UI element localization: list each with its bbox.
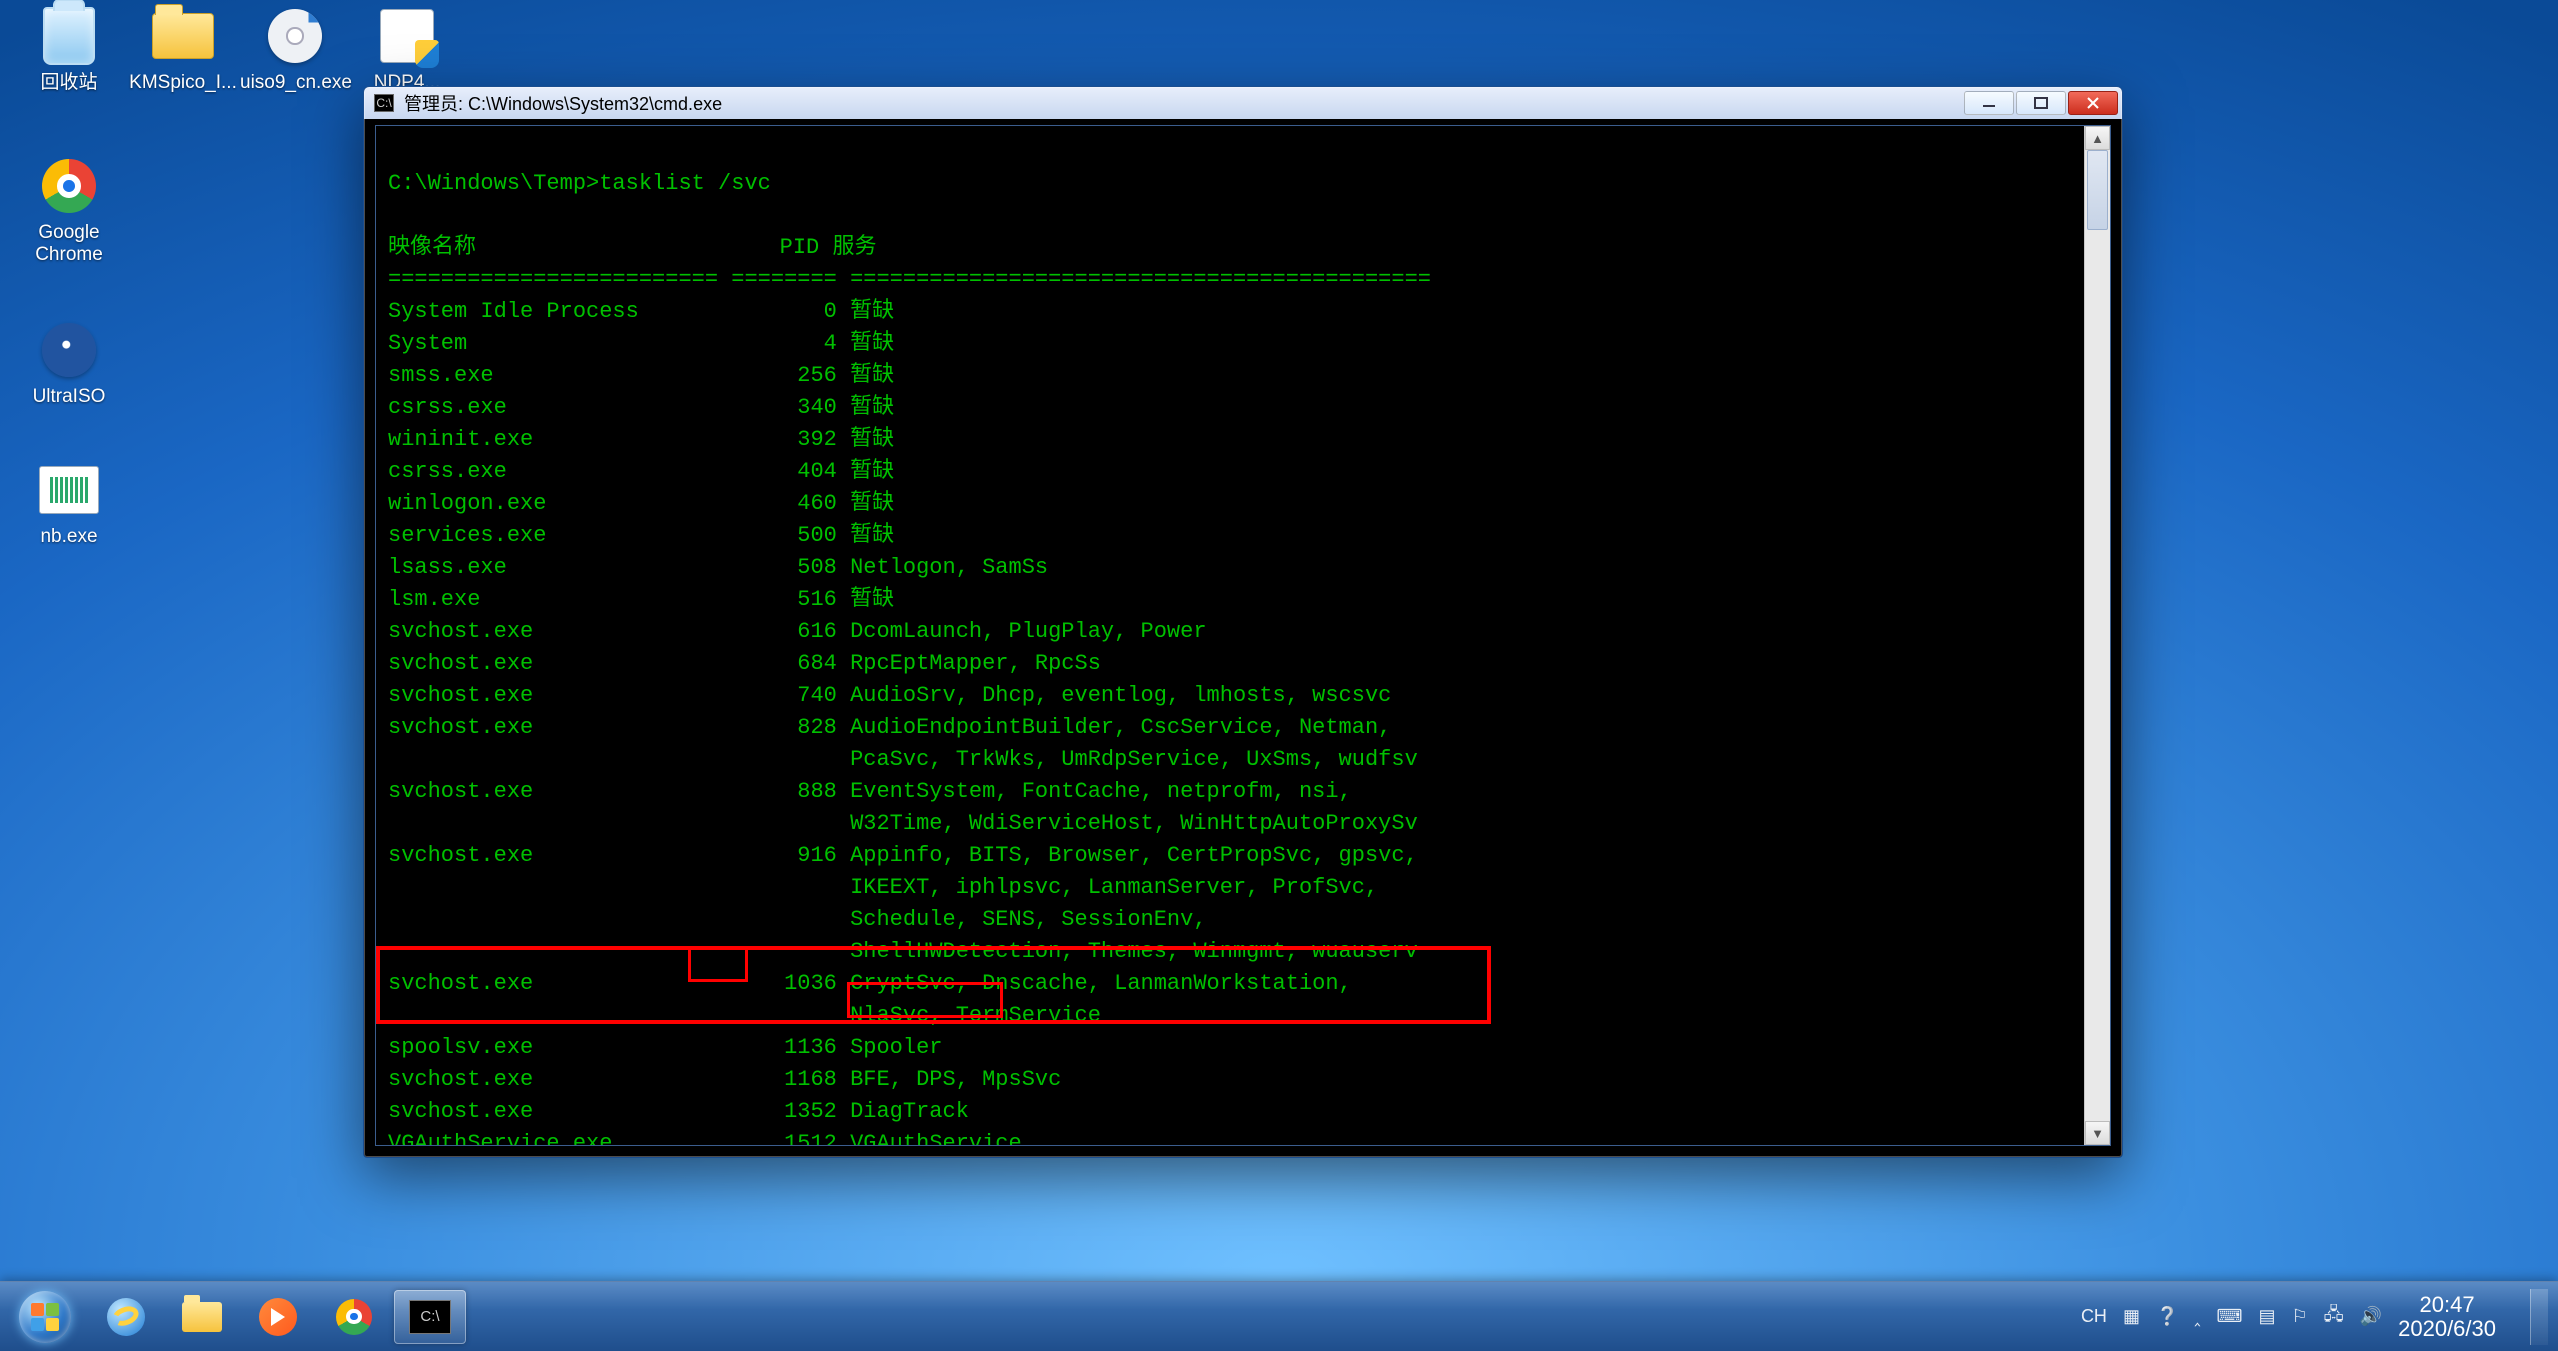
scroll-up-button[interactable]: ▲ (2085, 126, 2110, 150)
highlight-pid-1036 (688, 946, 748, 982)
taskbar: C:\ CH ▦ ❔ ‸ ⌨ ▤ ⚐ 🖧 🔊 20:47 2020/6/30 (0, 1281, 2558, 1351)
highlight-termservice (847, 982, 1003, 1018)
ie-icon (107, 1298, 145, 1336)
scroll-down-button[interactable]: ▼ (2085, 1121, 2110, 1145)
ime-pad-icon[interactable]: ▦ (2123, 1306, 2140, 1327)
keyboard-icon[interactable]: ⌨ (2216, 1306, 2242, 1327)
title-bar[interactable]: C:\ 管理员: C:\Windows\System32\cmd.exe (364, 87, 2122, 119)
scroll-track[interactable] (2085, 150, 2110, 1121)
disc-icon (268, 9, 322, 63)
ultraiso-icon (42, 323, 96, 377)
icon-label: 回收站 (14, 72, 124, 94)
start-button[interactable] (10, 1289, 80, 1345)
icon-label: UltraISO (14, 386, 124, 408)
terminal-area: C:\Windows\Temp>tasklist /svc 映像名称 PID 服… (375, 125, 2111, 1146)
clock-time: 20:47 (2398, 1293, 2496, 1317)
cmd-icon: C:\ (374, 94, 394, 112)
desktop-icon-uiso[interactable]: uiso9_cn.exe (240, 6, 350, 94)
desktop-icon-nb[interactable]: nb.exe (14, 460, 124, 548)
taskbar-cmd[interactable]: C:\ (394, 1290, 466, 1344)
chrome-icon (42, 159, 96, 213)
media-player-icon (259, 1298, 297, 1336)
help-icon[interactable]: ❔ (2156, 1306, 2178, 1327)
taskbar-ie[interactable] (90, 1290, 162, 1344)
desktop-icon-chrome[interactable]: Google Chrome (14, 156, 124, 266)
exe-icon (39, 466, 99, 514)
action-center-icon[interactable]: ⚐ (2291, 1306, 2307, 1327)
windows-orb-icon (19, 1291, 71, 1343)
cmd-icon: C:\ (409, 1300, 451, 1334)
icon-label: Google Chrome (14, 222, 124, 266)
folder-icon (182, 1302, 222, 1332)
icon-label: KMSpico_I... (128, 72, 238, 94)
desktop-icon-ndp[interactable]: NDP4... (352, 6, 462, 94)
show-desktop-button[interactable] (2530, 1289, 2548, 1345)
desktop-icon-kmspico[interactable]: KMSpico_I... (128, 6, 238, 94)
recycle-bin-icon (43, 7, 95, 65)
ime-indicator[interactable]: CH (2081, 1306, 2107, 1327)
desktop-icon-ultraiso[interactable]: UltraISO (14, 320, 124, 408)
desktop-icon-recycle-bin[interactable]: 回收站 (14, 6, 124, 94)
system-tray: CH ▦ ❔ ‸ ⌨ ▤ ⚐ 🖧 🔊 20:47 2020/6/30 (2081, 1289, 2548, 1345)
installer-icon (380, 9, 434, 63)
taskbar-chrome[interactable] (318, 1290, 390, 1344)
tray-icon-1[interactable]: ▤ (2258, 1306, 2275, 1327)
icon-label: uiso9_cn.exe (240, 72, 350, 94)
minimize-button[interactable] (1964, 91, 2014, 115)
taskbar-explorer[interactable] (166, 1290, 238, 1344)
icon-label: nb.exe (14, 526, 124, 548)
network-icon[interactable]: 🖧 (2324, 1302, 2344, 1332)
close-button[interactable] (2068, 91, 2118, 115)
scroll-thumb[interactable] (2087, 150, 2108, 230)
clock[interactable]: 20:47 2020/6/30 (2398, 1293, 2496, 1341)
vertical-scrollbar[interactable]: ▲ ▼ (2084, 126, 2110, 1145)
maximize-button[interactable] (2016, 91, 2066, 115)
folder-icon (152, 13, 214, 59)
taskbar-media-player[interactable] (242, 1290, 314, 1344)
window-title: 管理员: C:\Windows\System32\cmd.exe (404, 90, 722, 116)
caret-icon[interactable]: ‸ (2194, 1306, 2200, 1327)
volume-icon[interactable]: 🔊 (2360, 1306, 2382, 1327)
chrome-icon (336, 1299, 372, 1335)
cmd-window: C:\ 管理员: C:\Windows\System32\cmd.exe C:\… (363, 86, 2123, 1158)
clock-date: 2020/6/30 (2398, 1317, 2496, 1341)
